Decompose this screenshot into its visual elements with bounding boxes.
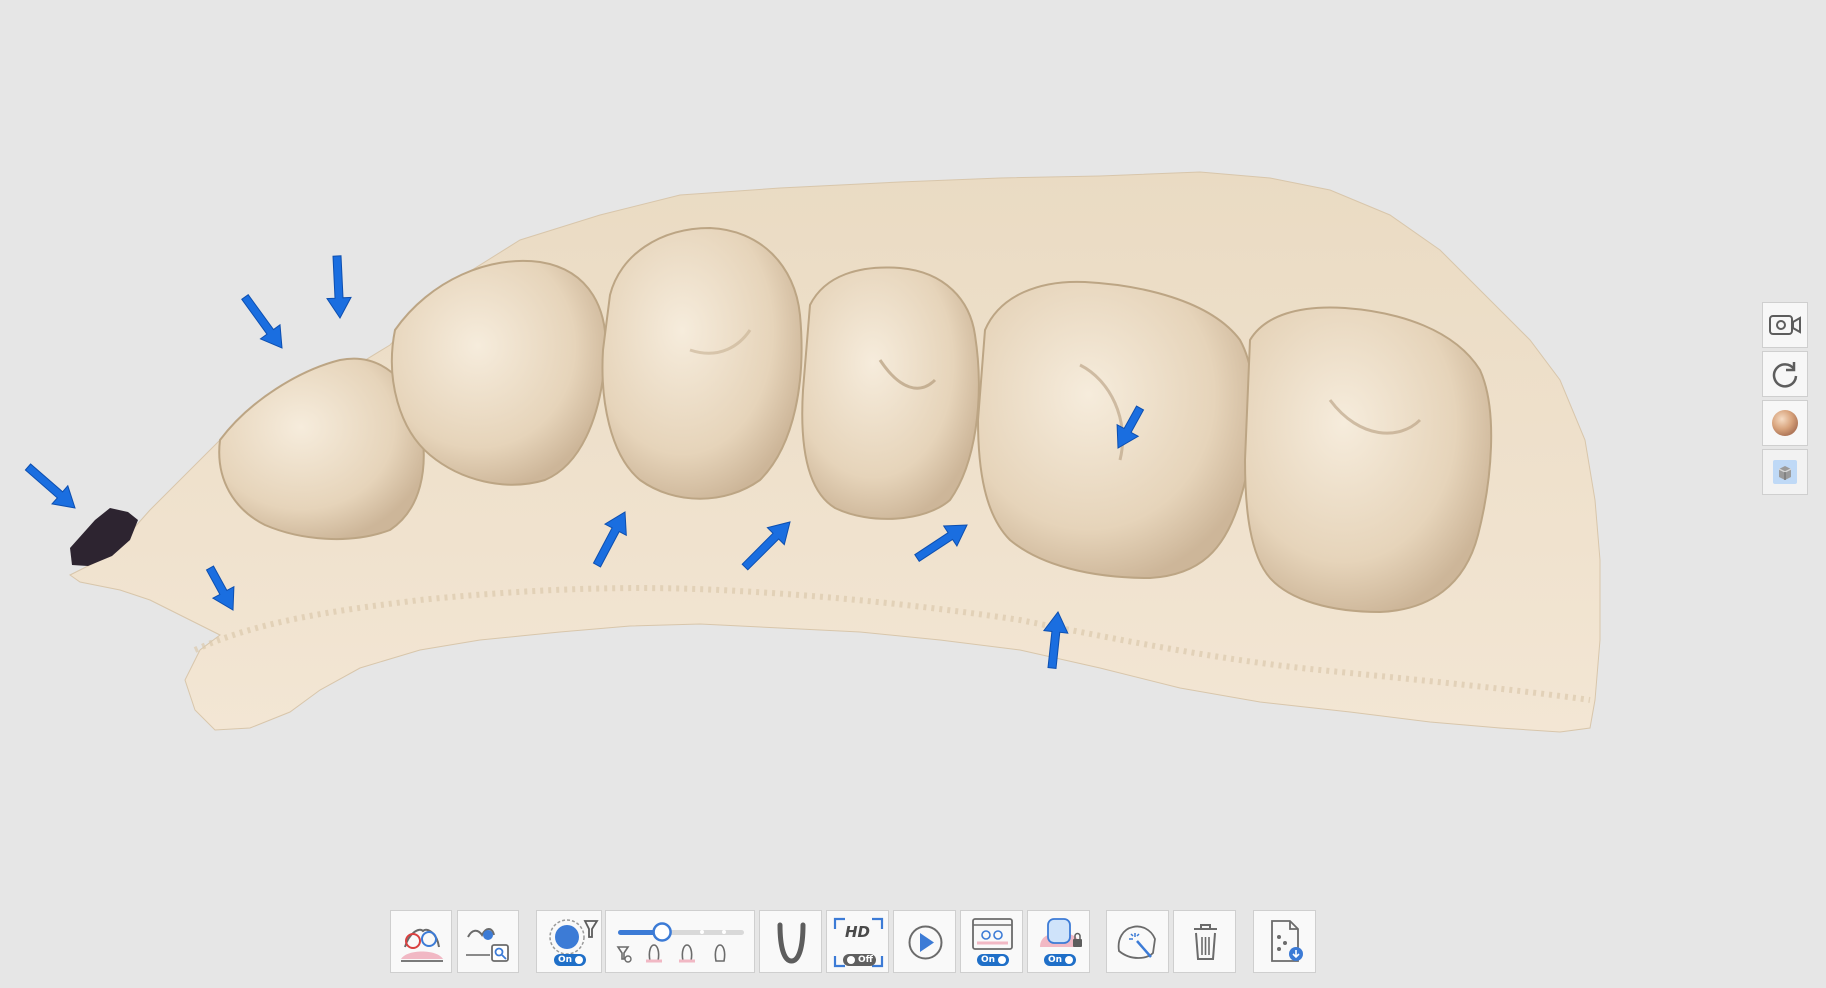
scan-range-toggle[interactable]: On bbox=[977, 954, 1010, 966]
reset-view-button[interactable] bbox=[1762, 351, 1808, 397]
tray-view-button[interactable] bbox=[759, 910, 822, 973]
texture-button[interactable] bbox=[1762, 400, 1808, 446]
hd-label: HD bbox=[845, 923, 871, 941]
filter-level-slider[interactable] bbox=[606, 911, 756, 974]
scan-viewport[interactable] bbox=[0, 0, 1826, 988]
view-cube-button[interactable] bbox=[1762, 449, 1808, 495]
tooth-premolar-1 bbox=[601, 226, 803, 500]
tray-mode-toggle[interactable]: On bbox=[1044, 954, 1077, 966]
dental-scan-model[interactable] bbox=[0, 0, 1826, 988]
smart-scan-filter-button[interactable]: On bbox=[536, 910, 602, 973]
play-button[interactable] bbox=[893, 910, 956, 973]
trash-icon bbox=[1194, 924, 1217, 960]
ai-cleanup-button[interactable] bbox=[1106, 910, 1169, 973]
arch-tray-icon bbox=[777, 922, 806, 964]
tooth-premolar-2 bbox=[801, 266, 980, 520]
data-check-button[interactable] bbox=[457, 910, 519, 973]
hd-mode-toggle[interactable]: Off bbox=[843, 954, 876, 966]
tooth-molar-2 bbox=[1243, 306, 1493, 614]
tooth-molar-1 bbox=[976, 280, 1255, 580]
annotation-arrow-1 bbox=[24, 463, 76, 509]
record-button[interactable] bbox=[1762, 302, 1808, 348]
occlusion-analysis-button[interactable] bbox=[390, 910, 452, 973]
reset-view-icon bbox=[1772, 362, 1798, 388]
export-button[interactable] bbox=[1253, 910, 1316, 973]
annotation-arrow-3 bbox=[326, 255, 352, 319]
delete-button[interactable] bbox=[1173, 910, 1236, 973]
export-file-icon bbox=[1271, 920, 1303, 962]
slider-knob bbox=[652, 922, 672, 942]
magic-wand-icon bbox=[1117, 925, 1156, 959]
annotation-arrow-2 bbox=[241, 294, 283, 349]
play-icon bbox=[908, 925, 943, 960]
data-check-icon bbox=[466, 928, 509, 962]
texture-sphere-icon bbox=[1772, 410, 1798, 436]
filter-level-slider-panel[interactable] bbox=[605, 910, 755, 973]
scan-range-button[interactable]: On bbox=[960, 910, 1023, 973]
tray-mode-button[interactable]: On bbox=[1027, 910, 1090, 973]
occlusion-icon bbox=[401, 928, 443, 962]
hd-mode-button[interactable]: HD Off bbox=[826, 910, 889, 973]
view-cube-icon bbox=[1773, 460, 1797, 484]
record-camera-icon bbox=[1769, 315, 1801, 335]
smart-scan-filter-toggle[interactable]: On bbox=[554, 954, 587, 966]
